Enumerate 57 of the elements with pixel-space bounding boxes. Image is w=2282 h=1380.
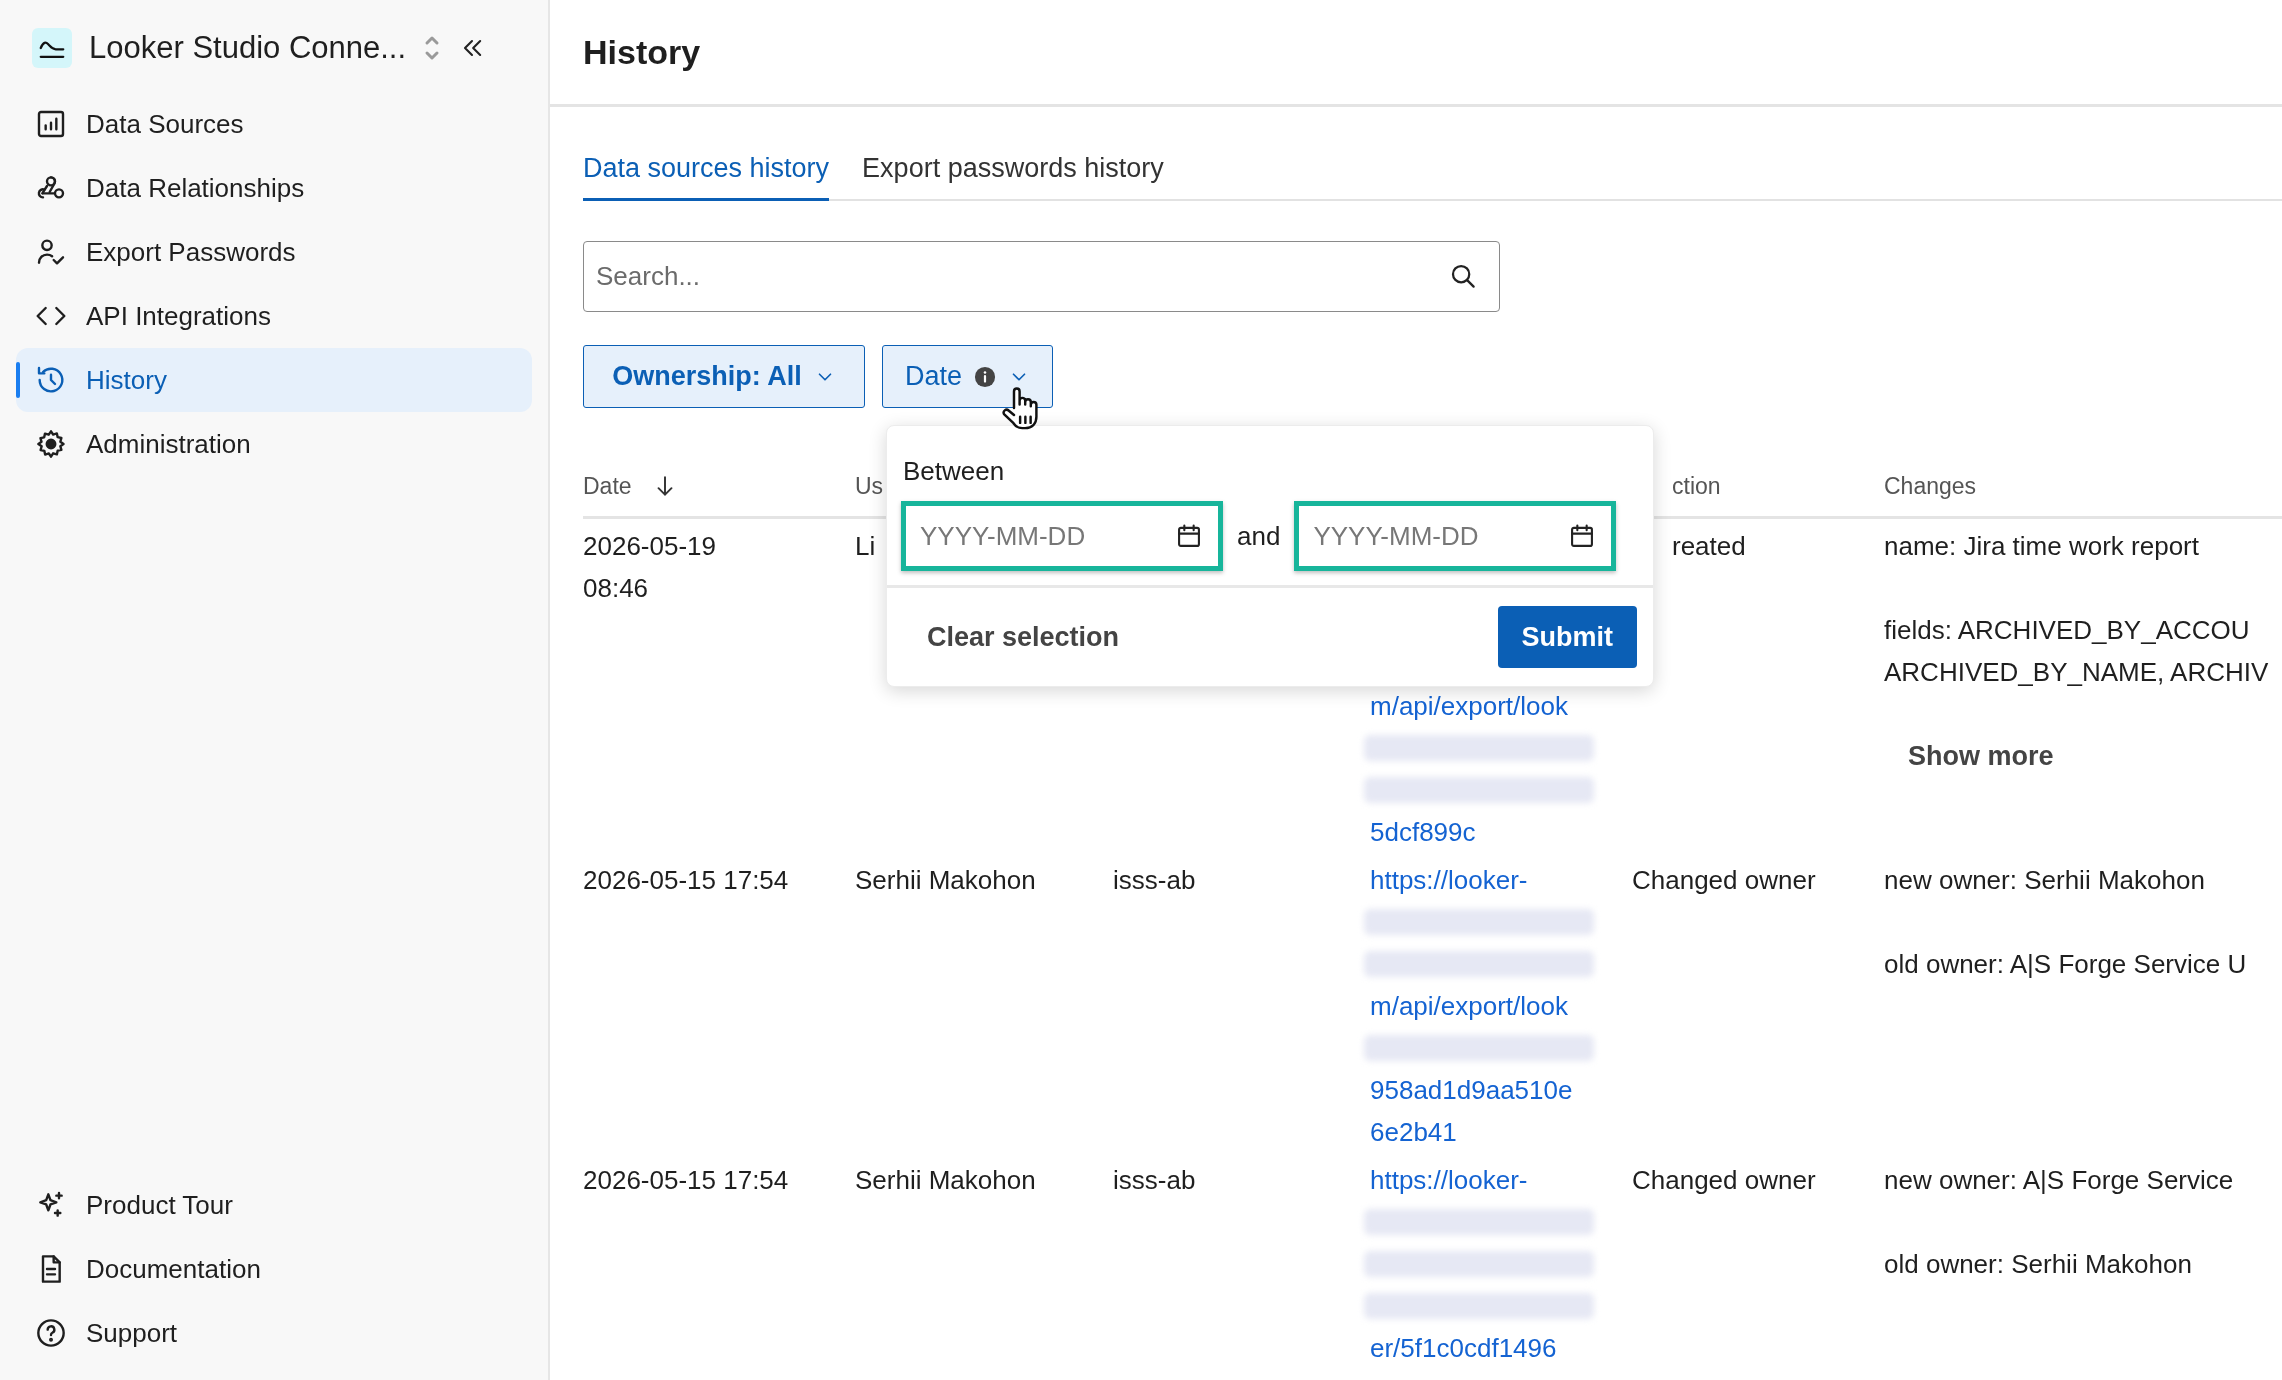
sidebar-item[interactable]: Export Passwords: [16, 220, 532, 284]
calendar-icon: [1175, 522, 1203, 550]
app-title: Looker Studio Conne...: [89, 30, 407, 66]
change-text: new owner: Serhii Makohon: [1884, 864, 2206, 897]
sidebar-item[interactable]: API Integrations: [16, 284, 532, 348]
sidebar-item[interactable]: Product Tour: [16, 1173, 532, 1237]
change-text: fields: ARCHIVED_BY_ACCOU ARCHIVED_BY_NAME, ARCHIV: [1884, 614, 2270, 689]
date-input[interactable]: YYYY-MM-DD: [901, 501, 1223, 571]
date-input[interactable]: YYYY-MM-DD: [1294, 501, 1617, 571]
column-header: Us: [855, 472, 884, 500]
column-header[interactable]: Date: [583, 472, 632, 500]
filter-dropdown[interactable]: Date: [882, 345, 1054, 408]
column-header: Changes: [1884, 472, 1977, 500]
search-field[interactable]: Search...: [583, 241, 1500, 312]
url-link[interactable]: https://looker-: [1370, 859, 1628, 901]
sidebar-item[interactable]: History: [16, 348, 532, 412]
tab[interactable]: Export passwords history: [862, 147, 1164, 201]
filter-dropdown[interactable]: Ownership: All: [583, 345, 865, 408]
url-link[interactable]: 6e2b41: [1370, 1111, 1628, 1153]
page-title: History: [583, 32, 701, 72]
change-text: old owner: Serhii Makohon: [1884, 1248, 2193, 1281]
action-cell-text: Changed owner: [1631, 1164, 1816, 1197]
url-link[interactable]: m/api/export/look: [1370, 685, 1628, 727]
user-cell-text: Serhii Makohon: [855, 1164, 1036, 1197]
table-cell-text: isss-ab: [1113, 1164, 1196, 1197]
column-header: ction: [1672, 472, 1721, 500]
sidebar-item[interactable]: Data Sources: [16, 92, 532, 156]
show-more-button[interactable]: Show more: [1908, 735, 2054, 777]
change-text: new owner: A|S Forge Service: [1884, 1164, 2235, 1197]
action-cell-text: reated: [1671, 530, 1746, 563]
date-cell-text: 2026-05-15 17:54: [583, 864, 789, 897]
history-icon: [35, 364, 67, 396]
url-link[interactable]: https://looker-: [1370, 1159, 1628, 1201]
clear-selection-button[interactable]: Clear selection: [927, 621, 1120, 653]
user-cell-text: Serhii Makohon: [855, 864, 1036, 897]
sidebar-item[interactable]: Data Relationships: [16, 156, 532, 220]
table-cell-text: isss-ab: [1113, 864, 1196, 897]
sidebar-item[interactable]: Support: [16, 1301, 532, 1365]
bar-chart-icon: [35, 108, 67, 140]
url-link[interactable]: 5dcf899c: [1370, 811, 1628, 853]
url-link[interactable]: m/api/export/look: [1370, 985, 1628, 1027]
action-cell-text: Changed owner: [1631, 864, 1816, 897]
submit-button[interactable]: Submit: [1497, 606, 1637, 668]
url-link[interactable]: 958ad1d9aa510e: [1370, 1069, 1628, 1111]
sidebar-item[interactable]: Documentation: [16, 1237, 532, 1301]
gear-icon: [35, 428, 67, 460]
change-text: old owner: A|S Forge Service U: [1884, 948, 2248, 981]
between-label: Between: [902, 455, 1006, 487]
help-icon: [35, 1317, 67, 1349]
url-link[interactable]: er/5f1c0cdf1496: [1370, 1327, 1628, 1369]
tab[interactable]: Data sources history: [583, 147, 830, 201]
date-cell-text: 2026-05-15 17:54: [583, 1164, 789, 1197]
user-cell-text: Li: [855, 530, 876, 563]
sidebar-item[interactable]: Administration: [16, 412, 532, 476]
change-text: name: Jira time work report: [1884, 530, 2200, 563]
date-cell-text: 2026-05-19 08:46: [583, 530, 716, 605]
and-label: and: [1236, 520, 1282, 552]
